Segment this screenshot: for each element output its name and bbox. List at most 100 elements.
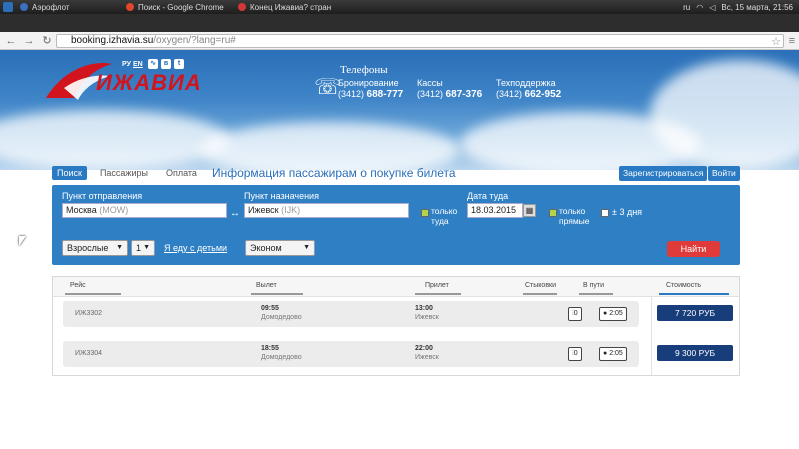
col-underline [65,293,121,295]
table-row[interactable]: ИЖ3304 18:55 Домодедово 22:00 Ижевск ⫶0 … [63,341,639,367]
arrival-time: 13:00 [415,305,433,312]
price-button[interactable]: 9 300 РУБ [657,345,733,361]
stops-badge[interactable]: ⫶0 [568,347,582,361]
system-tray: ru ◠ ◁ Вс, 15 марта, 21:56 [683,0,793,14]
lang-en-link[interactable]: EN [133,61,143,68]
col-underline [415,293,461,295]
login-button[interactable]: Войти [708,166,740,181]
with-children-link[interactable]: Я еду с детьми [164,243,227,253]
phone-booking: Бронирование (3412) 688-777 [338,78,403,100]
taskbar: Аэрофлот Поиск - Google Chrome Конец Ижа… [0,0,799,14]
clock[interactable]: Вс, 15 марта, 21:56 [721,3,793,12]
col-connections[interactable]: Стыковки [525,282,556,289]
table-row[interactable]: ИЖ3302 09:55 Домодедово 13:00 Ижевск ⫶0 … [63,301,639,327]
col-arrival[interactable]: Прилет [425,282,449,289]
col-underline [251,293,303,295]
stops-count: 0 [573,310,578,317]
duration-value: 2:05 [609,350,623,357]
chrome-icon [126,3,134,11]
taskbar-tab-chrome[interactable]: Поиск - Google Chrome [120,0,230,14]
arrival-place: Ижевск [415,354,439,361]
forward-icon[interactable]: → [22,34,36,48]
taskbar-tab-label: Поиск - Google Chrome [138,2,224,12]
one-way-label: только туда [431,206,458,226]
class-select[interactable]: Эконом ▼ [245,240,315,256]
language-switch: РУ EN [122,61,143,68]
find-button[interactable]: Найти [667,241,720,257]
step-payment[interactable]: Оплата [161,166,202,180]
results-header: Рейс Вылет Прилет Стыковки В пути Стоимо… [53,277,739,297]
to-city: Ижевск [248,205,279,215]
taskbar-tab-label: Конец Ижавиа? стран [250,2,332,12]
duration-value: 2:05 [609,310,623,317]
price-divider [651,297,652,375]
duration-badge[interactable]: ● 2:05 [599,307,627,321]
swap-icon[interactable]: ↔ [230,208,240,219]
phone-prefix: (3412) [496,89,523,99]
stops-badge[interactable]: ⫶0 [568,307,582,321]
twitter-icon[interactable]: t [174,59,184,69]
calendar-icon[interactable]: ▦ [523,204,536,217]
bookmark-star-icon[interactable]: ☆ [771,35,781,48]
chevron-down-icon: ▼ [303,244,310,251]
cloud-decoration [0,110,230,170]
price-button[interactable]: 7 720 РУБ [657,305,733,321]
volume-icon[interactable]: ◁ [709,3,715,12]
col-duration[interactable]: В пути [583,282,604,289]
phones-title: Телефоны [340,64,388,76]
from-city: Москва [66,205,97,215]
departure-time: 18:55 [261,345,279,352]
phone-label: Бронирование [338,78,399,88]
class-value: Эконом [250,243,282,253]
date-label: Дата туда [467,191,509,201]
flight-number: ИЖ3304 [75,350,103,357]
reload-icon[interactable]: ↻ [40,34,54,48]
direct-only-checkbox[interactable] [549,209,557,217]
url-path: /oxygen/?lang=ru# [153,35,236,46]
back-icon[interactable]: ← [4,34,18,48]
search-panel: Пункт отправления Москва (MOW) ↔ Пункт н… [52,185,740,265]
to-input[interactable]: Ижевск (IJK) [244,203,409,218]
chrome-menu-icon[interactable]: ≡ [789,35,795,47]
taskbar-tab-izhavia[interactable]: Конец Ижавиа? стран [232,0,337,14]
col-underline [523,293,557,295]
departure-place: Домодедово [261,354,302,361]
step-passengers[interactable]: Пассажиры [95,166,153,180]
register-button[interactable]: Зарегистрироваться [619,166,708,181]
wifi-icon[interactable]: ◠ [696,3,703,12]
url-field[interactable]: booking.izhavia.su/oxygen/?lang=ru# [56,34,784,48]
url-host: booking.izhavia.su [71,35,154,46]
phone-icon: ☏ [314,74,342,99]
rss-icon[interactable]: ∿ [148,59,158,69]
from-label: Пункт отправления [62,191,143,201]
purchase-info-link[interactable]: Информация пассажирам о покупке билета [212,166,456,180]
passenger-count-value: 1 [136,243,142,253]
phone-number: 687-376 [445,89,483,100]
passenger-type-select[interactable]: Взрослые ▼ [62,240,128,256]
passenger-count-select[interactable]: 1 ▼ [131,240,155,256]
arrival-time: 22:00 [415,345,433,352]
taskbar-tab-aeroflot[interactable]: Аэрофлот [14,0,76,14]
one-way-checkbox[interactable] [421,209,429,217]
departure-time: 09:55 [261,305,279,312]
lang-ru-link[interactable]: РУ [122,61,131,68]
plus-minus-checkbox[interactable] [601,209,609,217]
duration-badge[interactable]: ● 2:05 [599,347,627,361]
col-flight[interactable]: Рейс [70,282,86,289]
results-table: Рейс Вылет Прилет Стыковки В пути Стоимо… [52,276,740,376]
date-input[interactable]: 18.03.2015 [467,203,523,218]
phone-cashier: Кассы (3412) 687-376 [417,78,482,100]
menu-icon[interactable] [3,2,13,12]
vk-icon[interactable]: в [161,59,171,69]
phone-prefix: (3412) [338,89,365,99]
from-input[interactable]: Москва (MOW) [62,203,227,218]
arrival-place: Ижевск [415,314,439,321]
browser-tabstrip [0,14,799,32]
page-icon [238,3,246,11]
col-price[interactable]: Стоимость [666,282,701,289]
step-search[interactable]: Поиск [52,166,87,180]
lang-indicator[interactable]: ru [683,3,690,12]
col-departure[interactable]: Вылет [256,282,277,289]
chevron-down-icon: ▼ [143,244,150,251]
passenger-type-value: Взрослые [67,243,109,253]
